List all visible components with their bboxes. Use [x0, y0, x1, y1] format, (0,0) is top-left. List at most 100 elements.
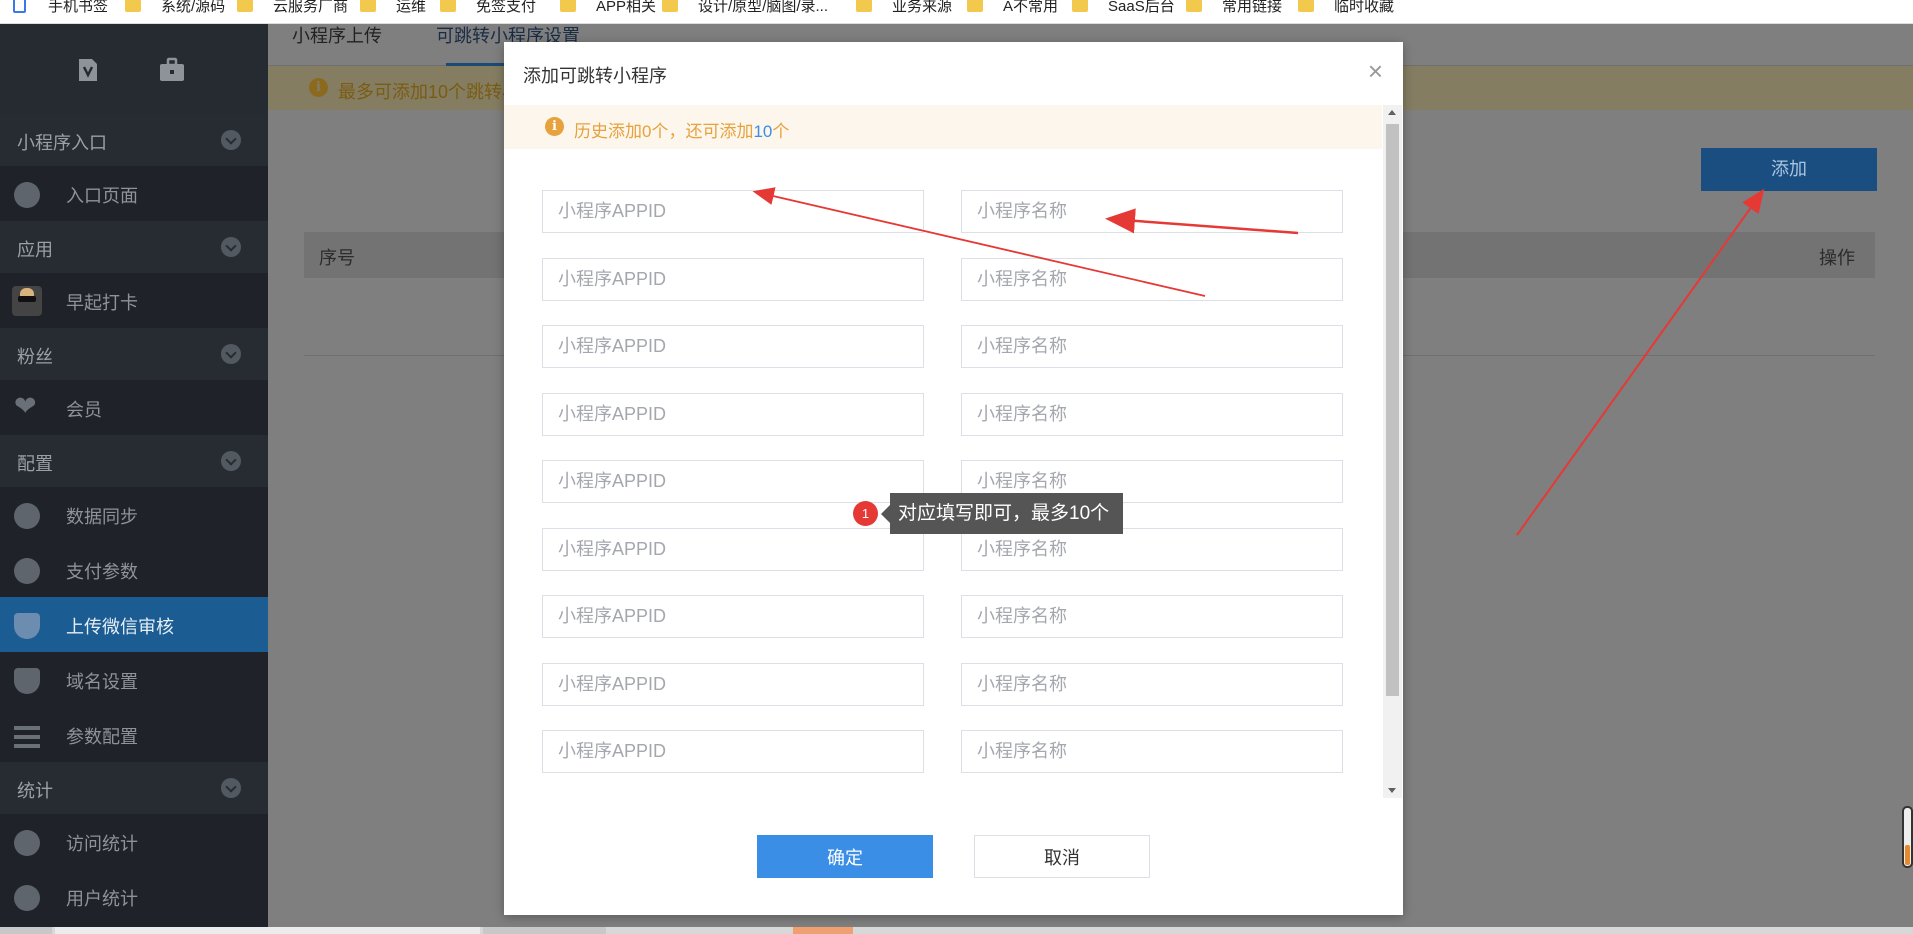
bookmark-item[interactable]: 手机书签 — [13, 0, 108, 17]
dialog-notice: i 历史添加0个，还可添加10个 — [504, 105, 1382, 149]
chart-icon — [14, 830, 40, 856]
confirm-button[interactable]: 确定 — [757, 835, 933, 878]
sidebar-item[interactable]: 上传微信审核 — [0, 597, 268, 652]
shield-icon — [14, 668, 40, 694]
sidebar-item[interactable]: 数据同步 — [0, 487, 268, 542]
folder-icon — [662, 0, 678, 12]
sidebar-item[interactable]: 参数配置 — [0, 707, 268, 762]
sidebar-item[interactable]: 域名设置 — [0, 652, 268, 707]
bookmark-item[interactable]: 常用链接 — [1186, 0, 1282, 17]
add-jump-miniprogram-dialog: 添加可跳转小程序 × i 历史添加0个，还可添加10个 确定 取消 — [504, 42, 1403, 915]
sidebar-item-label: 入口页面 — [66, 186, 138, 206]
tab-upload[interactable]: 小程序上传 — [292, 22, 382, 48]
sidebar-group[interactable]: 粉丝 — [0, 328, 268, 380]
bookmark-label: 业务来源 — [892, 0, 953, 15]
folder-icon — [856, 0, 872, 12]
scroll-down-icon[interactable] — [1388, 788, 1396, 793]
sidebar-group[interactable]: 配置 — [0, 435, 268, 487]
appid-input[interactable] — [542, 392, 924, 436]
chevron-down-icon[interactable] — [221, 237, 241, 257]
v-badge-icon[interactable] — [74, 56, 102, 84]
bookmark-item[interactable]: 设计/原型/脑图/录... — [662, 0, 828, 17]
bookmark-item[interactable]: 运维 — [360, 0, 426, 17]
chevron-down-icon[interactable] — [221, 778, 241, 798]
sidebar-item[interactable]: 用户统计 — [0, 869, 268, 924]
cancel-button[interactable]: 取消 — [974, 835, 1150, 878]
name-input[interactable] — [961, 325, 1343, 368]
add-button[interactable]: 添加 — [1701, 148, 1877, 191]
bookmark-item[interactable]: 系统/源码 — [125, 0, 225, 17]
scroll-up-icon[interactable] — [1388, 110, 1396, 115]
folder-icon — [1072, 0, 1088, 12]
close-icon[interactable]: × — [1368, 56, 1383, 87]
shield-icon — [14, 613, 40, 639]
bookmark-item[interactable]: APP相关 — [560, 0, 656, 17]
name-input[interactable] — [961, 595, 1343, 638]
name-input[interactable] — [961, 730, 1343, 773]
appid-input[interactable] — [542, 595, 924, 638]
chart-icon — [14, 885, 40, 911]
dialog-scrollbar[interactable] — [1383, 105, 1402, 798]
sidebar-item[interactable]: 早起打卡 — [0, 273, 268, 328]
bookmark-item[interactable]: 免签支付 — [440, 0, 536, 17]
annotation-tooltip: 对应填写即可，最多10个 — [880, 493, 1124, 534]
sidebar-item[interactable]: 入口页面 — [0, 166, 268, 221]
briefcase-icon[interactable] — [158, 56, 186, 84]
sidebar-top — [0, 24, 268, 114]
sidebar-group[interactable]: 小程序入口 — [0, 114, 268, 166]
name-input[interactable] — [961, 190, 1343, 233]
bookmark-label: 手机书签 — [48, 0, 109, 15]
folder-icon — [237, 0, 253, 12]
sidebar-item-label: 支付参数 — [66, 562, 138, 582]
sidebar-group[interactable]: 统计 — [0, 762, 268, 814]
page-notice-text: 最多可添加10个跳转小 — [338, 82, 521, 102]
sidebar-item[interactable]: 支付参数 — [0, 542, 268, 597]
sidebar-group-label: 应用 — [17, 240, 53, 260]
appid-input[interactable] — [542, 797, 924, 798]
name-input[interactable] — [961, 662, 1343, 706]
bookmark-label: 免签支付 — [476, 0, 537, 15]
appid-input[interactable] — [542, 325, 924, 368]
side-gauge — [1902, 806, 1913, 868]
dialog-body: i 历史添加0个，还可添加10个 — [504, 105, 1403, 798]
remaining-count: 10 — [753, 122, 773, 141]
name-input[interactable] — [961, 257, 1343, 301]
name-input[interactable] — [961, 797, 1343, 798]
bookmark-item[interactable]: SaaS后台 — [1072, 0, 1175, 17]
dialog-notice-text: 历史添加0个，还可添加10个 — [574, 122, 790, 141]
appid-input[interactable] — [542, 460, 924, 503]
info-icon: i — [309, 78, 328, 97]
name-input[interactable] — [961, 392, 1343, 436]
sidebar-item-label: 会员 — [66, 400, 102, 420]
appid-input[interactable] — [542, 190, 924, 233]
taskbar-segment — [483, 927, 606, 934]
appid-input[interactable] — [542, 527, 924, 571]
folder-icon — [967, 0, 983, 12]
appid-input[interactable] — [542, 662, 924, 706]
bookmark-label: 临时收藏 — [1334, 0, 1395, 15]
chevron-down-icon[interactable] — [221, 344, 241, 364]
bookmark-label: A不常用 — [1003, 0, 1059, 15]
link-icon — [14, 182, 40, 208]
appid-input[interactable] — [542, 257, 924, 301]
bookmark-item[interactable]: 云服务厂商 — [237, 0, 348, 17]
bookmark-item[interactable]: 临时收藏 — [1298, 0, 1394, 17]
sidebar-group[interactable]: 应用 — [0, 221, 268, 273]
column-actions: 操作 — [1819, 248, 1855, 268]
bookmark-label: SaaS后台 — [1108, 0, 1175, 15]
sliders-icon — [14, 723, 40, 749]
folder-icon — [560, 0, 576, 12]
sidebar-group-label: 小程序入口 — [17, 133, 107, 153]
bookmark-label: 云服务厂商 — [273, 0, 349, 15]
chevron-down-icon[interactable] — [221, 130, 241, 150]
gear-icon — [14, 558, 40, 584]
bookmark-item[interactable]: A不常用 — [967, 0, 1058, 17]
chevron-down-icon[interactable] — [221, 451, 241, 471]
scroll-thumb[interactable] — [1386, 124, 1399, 696]
sidebar-item[interactable]: 会员 — [0, 380, 268, 435]
bookmark-item[interactable]: 业务来源 — [856, 0, 952, 17]
dialog-title: 添加可跳转小程序 — [523, 66, 667, 86]
sidebar-item[interactable]: 访问统计 — [0, 814, 268, 869]
appid-input[interactable] — [542, 730, 924, 773]
taskbar-strip — [0, 927, 1913, 934]
